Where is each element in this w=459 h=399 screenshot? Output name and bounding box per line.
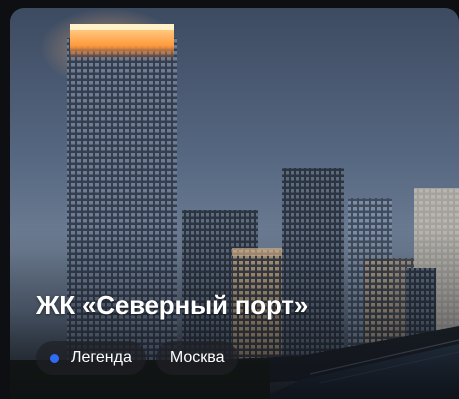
residential-complex-card[interactable]: ЖК «Северный порт» Легенда Москва <box>10 8 459 399</box>
status-dot-icon <box>50 353 59 363</box>
tag-city-label: Москва <box>169 349 225 366</box>
tag-legend-label: Легенда <box>71 349 132 366</box>
card-tags: Легенда Москва <box>36 341 239 375</box>
tag-city[interactable]: Москва <box>155 341 239 375</box>
tall-building-right <box>282 168 344 368</box>
card-title: ЖК «Северный порт» <box>36 290 309 320</box>
tag-legend[interactable]: Легенда <box>36 341 146 375</box>
